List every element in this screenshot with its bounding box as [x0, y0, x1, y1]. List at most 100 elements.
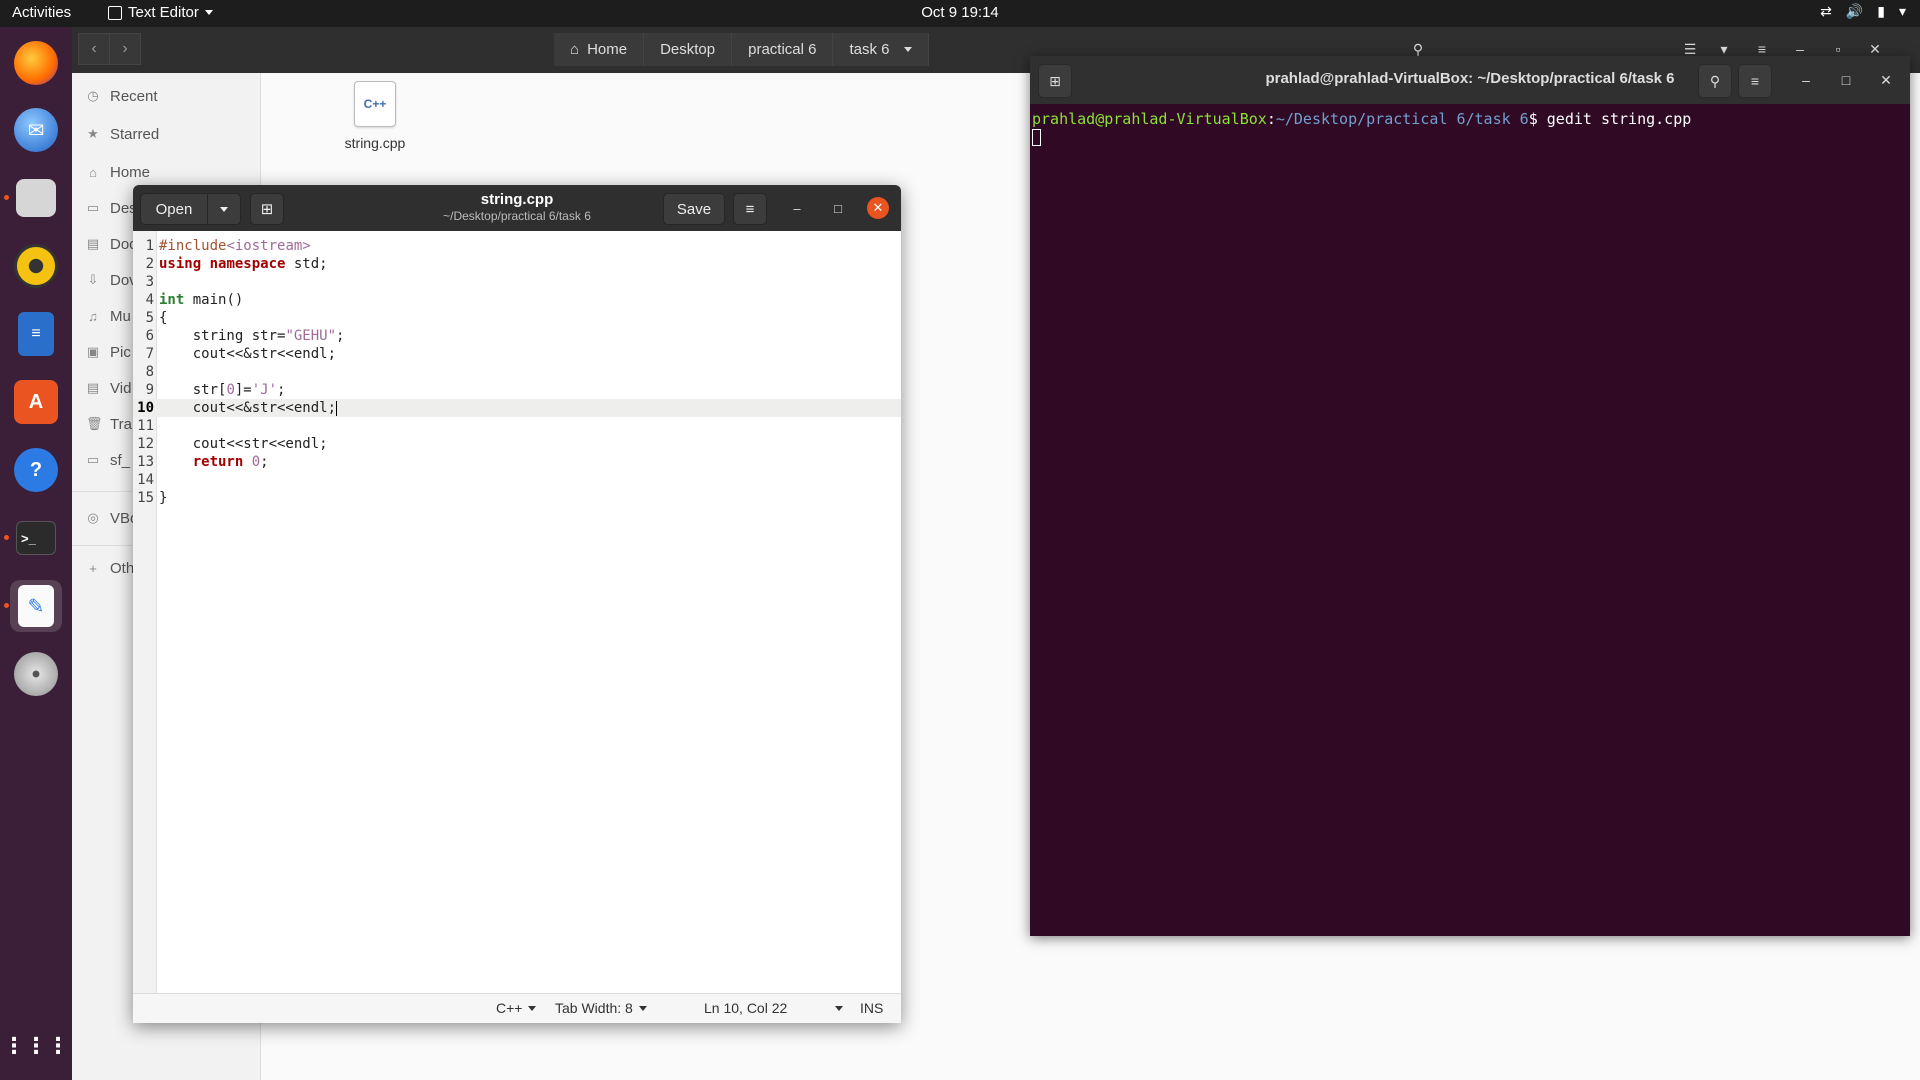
line-number: 1 [145, 238, 154, 254]
line-number: 12 [137, 436, 154, 452]
tab-width-selector[interactable]: Tab Width: 8 [555, 1000, 647, 1016]
cpp-file-icon: C++ [354, 81, 396, 127]
line-number: 3 [145, 274, 154, 290]
software-icon: A [14, 380, 58, 424]
sidebar-item-other-locations[interactable]: + Oth [86, 555, 134, 581]
dock-help[interactable]: ? [10, 444, 62, 496]
code-text: } [159, 490, 168, 506]
sidebar-item-downloads[interactable]: ⇩ Dov [86, 267, 137, 293]
minimize-button[interactable]: – [1790, 64, 1822, 96]
document-icon: ▤ [86, 236, 100, 251]
open-button[interactable]: Open [140, 193, 208, 225]
dock-files[interactable] [10, 172, 62, 224]
menu-icon: ≡ [745, 200, 755, 218]
minimize-icon: – [1802, 72, 1810, 88]
sidebar-item-vbox[interactable]: ◎ VBo [86, 505, 138, 531]
show-applications-button[interactable]: ⋮⋮⋮ [3, 1020, 69, 1072]
code-text: cout<<&str<<endl; [159, 346, 337, 362]
star-icon: ★ [87, 126, 99, 141]
line-number: 7 [145, 346, 154, 362]
code-editor[interactable]: 1 #include<iostream> 2 using namespace std;… [133, 231, 901, 994]
back-button[interactable]: ‹ [78, 33, 110, 65]
line-number: 9 [145, 382, 154, 398]
sidebar-item-music[interactable]: ♫ Mu [86, 303, 131, 329]
sidebar-item-recent[interactable]: ◷ Recent [86, 83, 157, 109]
maximize-icon: □ [834, 200, 842, 216]
terminal-title: prahlad@prahlad-VirtualBox: ~/Desktop/pr… [1265, 70, 1675, 87]
open-dropdown-button[interactable] [207, 193, 241, 225]
line-number: 2 [145, 256, 154, 272]
code-line: 3 [133, 273, 901, 291]
minimize-button[interactable]: – [786, 197, 808, 219]
new-tab-button[interactable]: ⊞ [250, 193, 284, 225]
thunderbird-icon: ✉ [14, 108, 58, 152]
terminal-search-button[interactable]: ⚲ [1698, 64, 1732, 98]
dock-thunderbird[interactable]: ✉ [10, 104, 62, 156]
drive-icon: ▭ [86, 452, 100, 467]
text-caret [336, 400, 338, 416]
picture-icon: ▣ [86, 344, 100, 359]
clock[interactable]: Oct 9 19:14 [921, 4, 999, 21]
dock-writer[interactable]: ≡ [10, 308, 62, 360]
maximize-button[interactable]: □ [1830, 64, 1862, 96]
app-menu[interactable]: Text Editor [108, 4, 213, 21]
sidebar-item-starred[interactable]: ★ Starred [86, 121, 159, 147]
dock-software[interactable]: A [10, 376, 62, 428]
activities-button[interactable]: Activities [12, 4, 71, 21]
system-tray[interactable]: ⇄ 🔊 ▮ ▾ [1820, 3, 1906, 20]
maximize-icon: □ [1841, 72, 1851, 88]
sidebar-item-documents[interactable]: ▤ Doc [86, 231, 137, 257]
breadcrumb-home[interactable]: ⌂ Home [554, 33, 645, 66]
forward-button[interactable]: › [109, 33, 141, 65]
maximize-button[interactable]: □ [827, 197, 849, 219]
breadcrumb-task-6[interactable]: task 6 [833, 33, 929, 66]
rhythmbox-icon [14, 244, 58, 288]
dock-terminal[interactable]: >_ [10, 512, 62, 564]
minimize-icon: – [793, 200, 801, 216]
prompt-dollar: $ [1528, 110, 1547, 128]
dock-dvd[interactable] [10, 648, 62, 700]
code-line: 6 string str="GEHU"; [133, 327, 901, 345]
trash-icon: 🗑 [86, 416, 103, 431]
chevron-down-icon: ▾ [1898, 3, 1906, 19]
prompt-user: prahlad@prahlad-VirtualBox [1032, 110, 1267, 128]
sidebar-item-pictures[interactable]: ▣ Pic [86, 339, 131, 365]
code-text: string str="GEHU"; [159, 328, 345, 344]
sidebar-item-trash[interactable]: 🗑 Tra [86, 411, 132, 437]
chevron-down-icon [903, 47, 912, 52]
running-indicator [4, 535, 9, 540]
volume-icon: 🔊 [1845, 3, 1864, 19]
sidebar-item-shared-folder[interactable]: ▭ sf_ [86, 447, 130, 473]
grid-icon: ⋮⋮⋮ [3, 1033, 69, 1058]
dock-firefox[interactable] [10, 37, 62, 89]
files-icon [16, 179, 56, 217]
breadcrumb-practical-6[interactable]: practical 6 [732, 33, 834, 66]
breadcrumb-desktop[interactable]: Desktop [644, 33, 733, 66]
dock-rhythmbox[interactable] [10, 240, 62, 292]
sidebar-item-videos[interactable]: ▤ Vid [86, 375, 132, 401]
sidebar-item-desktop[interactable]: ▭ Des [86, 195, 137, 221]
firefox-icon [14, 41, 58, 85]
plus-icon: + [89, 560, 97, 576]
terminal-menu-button[interactable]: ≡ [1738, 64, 1772, 98]
close-icon: ✕ [1880, 71, 1892, 88]
cursor-position[interactable]: Ln 10, Col 22 [704, 1000, 844, 1016]
terminal-cursor [1032, 129, 1041, 146]
hamburger-menu-button[interactable]: ≡ [733, 193, 767, 225]
code-line: 12 cout<<str<<endl; [133, 435, 901, 453]
prompt-separator: : [1266, 110, 1276, 128]
disc-icon [14, 652, 58, 696]
chevron-down-icon [220, 206, 228, 212]
save-button[interactable]: Save [663, 193, 725, 225]
terminal-output[interactable]: prahlad@prahlad-VirtualBox:~/Desktop/pra… [1030, 104, 1910, 936]
code-line: 2 using namespace std; [133, 255, 901, 273]
close-button[interactable]: ✕ [867, 197, 889, 219]
close-button[interactable]: ✕ [1870, 64, 1902, 96]
sidebar-item-home[interactable]: ⌂ Home [86, 159, 150, 185]
language-selector[interactable]: C++ [496, 1000, 537, 1016]
insert-mode[interactable]: INS [860, 1000, 883, 1016]
gedit-window: Open ⊞ string.cpp ~/Desktop/practical 6/… [133, 185, 901, 1023]
dock-text-editor[interactable]: ✎ [10, 580, 62, 632]
line-number: 5 [145, 310, 154, 326]
file-item[interactable]: C++ string.cpp [316, 81, 434, 151]
